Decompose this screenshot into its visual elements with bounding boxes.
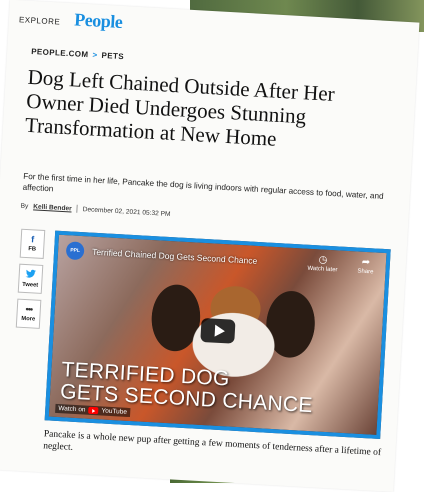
site-header: EXPLORE People: [19, 6, 123, 33]
more-dots-icon: •••: [25, 304, 33, 315]
share-twitter-button[interactable]: Tweet: [17, 263, 44, 294]
facebook-icon: f: [30, 234, 35, 245]
share-video-label: Share: [357, 268, 374, 276]
share-video-button[interactable]: ➦ Share: [357, 256, 374, 276]
share-facebook-button[interactable]: f FB: [19, 228, 46, 259]
byline-divider: [76, 204, 78, 213]
article-headline: Dog Left Chained Outside After Her Owner…: [24, 64, 336, 151]
breadcrumb-section-link[interactable]: PETS: [101, 51, 124, 61]
twitter-icon: [25, 269, 36, 281]
people-logo[interactable]: People: [74, 9, 123, 33]
chevron-right-icon: >: [92, 50, 98, 60]
share-facebook-label: FB: [28, 246, 37, 253]
breadcrumb-site-link[interactable]: PEOPLE.COM: [31, 47, 89, 59]
watch-later-button[interactable]: ◷ Watch later: [307, 254, 338, 273]
watch-on-label: Watch on: [58, 405, 86, 414]
clock-icon: ◷: [318, 254, 328, 266]
author-link[interactable]: Kelli Bender: [33, 203, 72, 212]
video-player[interactable]: PPL Terrified Chained Dog Gets Second Ch…: [44, 230, 391, 440]
explore-menu[interactable]: EXPLORE: [19, 15, 61, 26]
channel-avatar[interactable]: PPL: [65, 241, 85, 261]
printed-article-page: EXPLORE People PEOPLE.COM > PETS Dog Lef…: [0, 0, 420, 492]
byline: By Kelli Bender December 02, 2021 05:32 …: [20, 202, 170, 218]
share-arrow-icon: ➦: [361, 256, 371, 269]
share-twitter-label: Tweet: [21, 281, 39, 289]
publish-date: December 02, 2021 05:32 PM: [82, 205, 171, 218]
share-more-label: More: [21, 315, 36, 323]
breadcrumb: PEOPLE.COM > PETS: [31, 47, 124, 61]
share-buttons: f FB Tweet ••• More: [15, 228, 46, 329]
share-more-button[interactable]: ••• More: [15, 298, 42, 329]
youtube-icon: [88, 406, 99, 415]
byline-prefix: By: [20, 202, 29, 210]
play-button[interactable]: [200, 318, 236, 345]
youtube-label: YouTube: [101, 407, 128, 416]
